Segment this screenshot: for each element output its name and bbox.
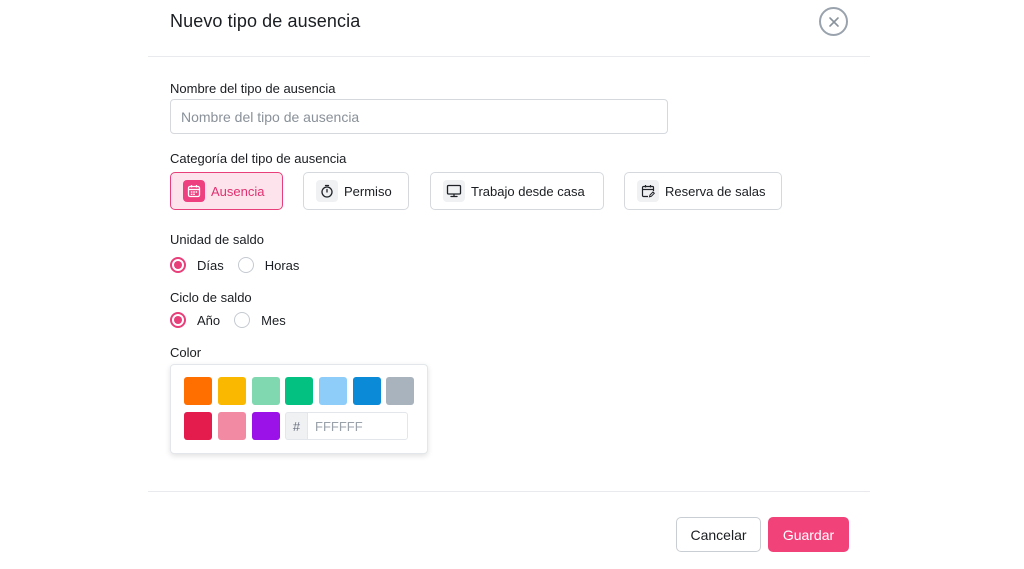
radio-option-horas[interactable]: Horas [237, 257, 300, 273]
close-button[interactable] [819, 7, 848, 36]
category-option-label: Permiso [344, 183, 392, 199]
hex-prefix: # [285, 412, 307, 440]
category-option-ausencia[interactable]: Ausencia [170, 172, 283, 210]
radio-button[interactable] [170, 257, 186, 273]
color-picker: # [170, 364, 428, 454]
save-button[interactable]: Guardar [768, 517, 849, 552]
category-option-label: Reserva de salas [665, 183, 766, 199]
balance-unit-group: Días Horas [170, 257, 313, 273]
category-option-trabajo-desde-casa[interactable]: Trabajo desde casa [430, 172, 604, 210]
color-swatch[interactable] [252, 377, 280, 405]
radio-button[interactable] [237, 257, 254, 273]
balance-cycle-label: Ciclo de saldo [170, 290, 252, 305]
color-label: Color [170, 345, 202, 360]
radio-label: Horas [264, 257, 300, 273]
color-swatch[interactable] [218, 412, 246, 440]
category-option-label: Trabajo desde casa [471, 183, 585, 199]
radio-option-mes[interactable]: Mes [234, 312, 286, 328]
cancel-button[interactable]: Cancelar [676, 517, 761, 552]
category-option-reserva-de-salas[interactable]: Reserva de salas [624, 172, 782, 210]
header-divider [148, 56, 870, 57]
color-swatch[interactable] [353, 377, 381, 405]
radio-label: Mes [261, 312, 286, 328]
close-icon [828, 16, 839, 27]
name-field-label: Nombre del tipo de ausencia [170, 81, 336, 96]
name-input[interactable] [170, 99, 668, 134]
stopwatch-icon [316, 180, 338, 202]
radio-button[interactable] [234, 312, 251, 328]
radio-option-dias[interactable]: Días [170, 257, 224, 273]
color-swatch[interactable] [218, 377, 246, 405]
modal: Nuevo tipo de ausencia Nombre del tipo d… [0, 0, 1024, 569]
category-label: Categoría del tipo de ausencia [170, 151, 347, 166]
calendar-icon [183, 180, 205, 202]
footer-divider [148, 491, 870, 492]
color-swatch[interactable] [252, 412, 280, 440]
color-swatch[interactable] [184, 377, 212, 405]
color-swatch[interactable] [184, 412, 212, 440]
radio-button[interactable] [170, 312, 186, 328]
hex-color-input[interactable] [307, 412, 408, 440]
monitor-icon [443, 180, 465, 202]
category-option-label: Ausencia [211, 183, 265, 199]
calendar-edit-icon [637, 180, 659, 202]
color-swatch[interactable] [285, 377, 313, 405]
radio-option-ano[interactable]: Año [170, 312, 220, 328]
color-swatch[interactable] [319, 377, 347, 405]
modal-title: Nuevo tipo de ausencia [170, 11, 361, 31]
category-option-permiso[interactable]: Permiso [303, 172, 409, 210]
color-swatch[interactable] [386, 377, 414, 405]
radio-label: Año [197, 312, 221, 328]
balance-unit-label: Unidad de saldo [170, 232, 264, 247]
radio-label: Días [197, 257, 224, 273]
balance-cycle-group: Año Mes [170, 312, 300, 328]
